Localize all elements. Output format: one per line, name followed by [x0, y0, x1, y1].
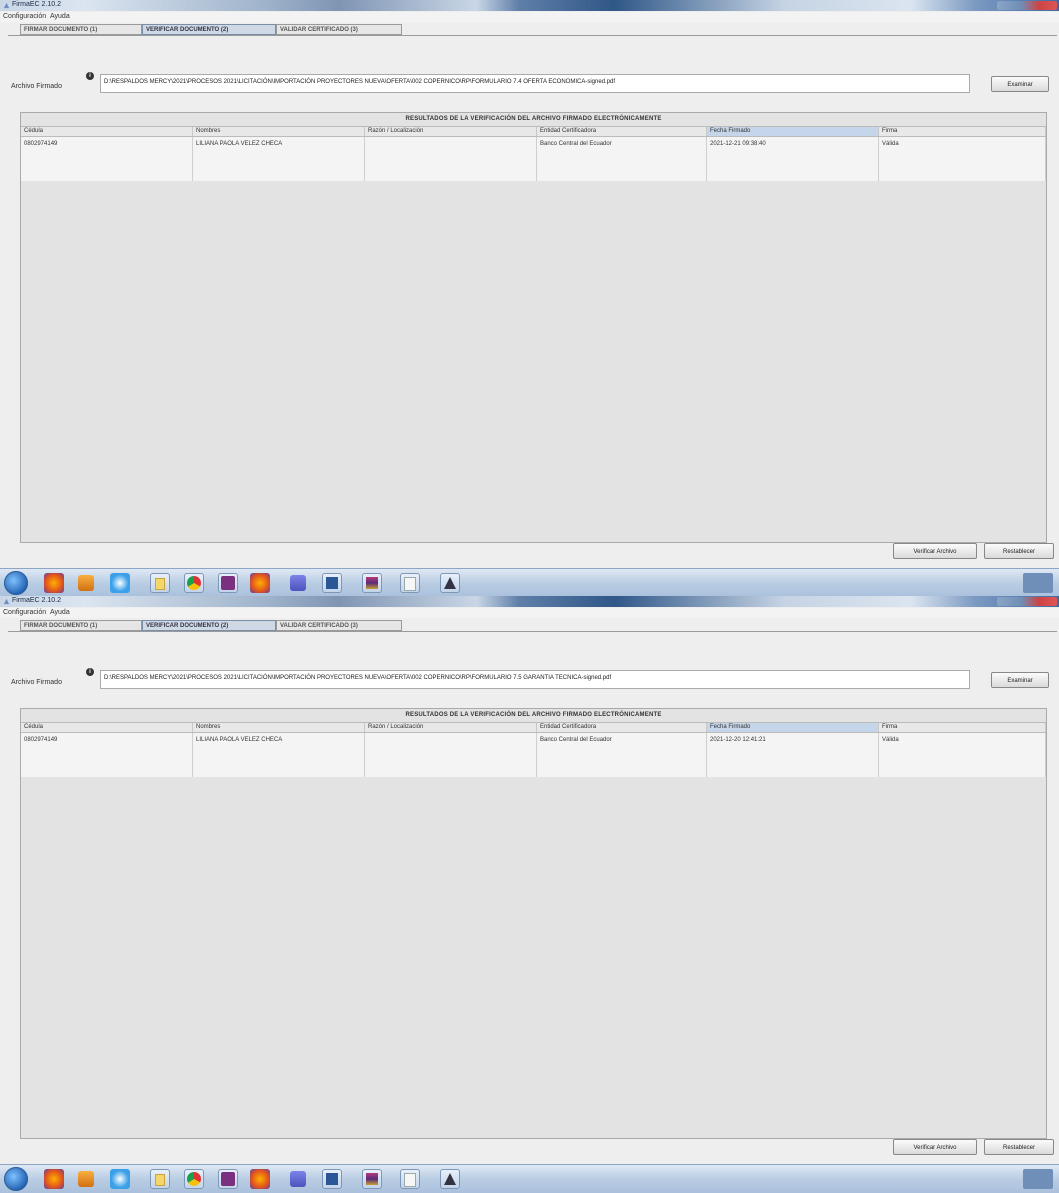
cell-fecha: 2021-12-21 09:38:40: [707, 137, 879, 181]
examinar-button[interactable]: Examinar: [991, 76, 1049, 92]
col-firma[interactable]: Firma: [879, 723, 1046, 732]
taskbar: [0, 1164, 1059, 1193]
firefox-icon[interactable]: [44, 573, 64, 593]
firmaec-icon[interactable]: [440, 1169, 460, 1189]
file-explorer-icon[interactable]: [150, 573, 170, 593]
col-nombres[interactable]: Nombres: [193, 127, 365, 136]
word-icon[interactable]: [322, 1169, 342, 1189]
restablecer-button[interactable]: Restablecer: [984, 1139, 1054, 1155]
winrar-icon[interactable]: [362, 1169, 382, 1189]
results-panel: RESULTADOS DE LA VERIFICACIÓN DEL ARCHIV…: [20, 112, 1047, 543]
menu-bar: Configuración Ayuda: [0, 608, 1059, 618]
cell-firma: Válida: [879, 137, 1046, 181]
tab-verificar-documento[interactable]: VERIFICAR DOCUMENTO (2): [142, 24, 276, 35]
tab-validar-certificado[interactable]: VALIDAR CERTIFICADO (3): [276, 24, 402, 35]
app-g-icon[interactable]: [218, 573, 238, 593]
chrome-icon[interactable]: [184, 573, 204, 593]
results-panel: RESULTADOS DE LA VERIFICACIÓN DEL ARCHIV…: [20, 708, 1047, 1139]
firefox-icon[interactable]: [250, 1169, 270, 1189]
menu-ayuda[interactable]: Ayuda: [50, 609, 70, 616]
windows-start-icon[interactable]: [4, 1167, 28, 1191]
word-icon[interactable]: [322, 573, 342, 593]
firefox-icon[interactable]: [44, 1169, 64, 1189]
table-row[interactable]: 0802974149 LILIANA PAOLA VELEZ CHECA Ban…: [21, 137, 1046, 181]
media-player-icon[interactable]: [78, 575, 94, 591]
col-entidad-certificadora[interactable]: Entidad Certificadora: [537, 127, 707, 136]
menu-bar: Configuración Ayuda: [0, 12, 1059, 22]
col-razon-localizacion[interactable]: Razón / Localización: [365, 723, 537, 732]
col-cedula[interactable]: Cédula: [21, 723, 193, 732]
col-fecha-firmado[interactable]: Fecha Firmado: [707, 723, 879, 732]
verificar-archivo-button[interactable]: Verificar Archivo: [893, 543, 977, 559]
cell-nombres: LILIANA PAOLA VELEZ CHECA: [193, 137, 365, 181]
tab-validar-certificado[interactable]: VALIDAR CERTIFICADO (3): [276, 620, 402, 631]
archivo-firmado-label: Archivo Firmado: [11, 679, 62, 686]
winrar-icon[interactable]: [362, 573, 382, 593]
firefox-icon[interactable]: [250, 573, 270, 593]
col-firma[interactable]: Firma: [879, 127, 1046, 136]
firmaec-window-2: FirmaEC 2.10.2 Configuración Ayuda FIRMA…: [0, 596, 1059, 1193]
menu-configuracion[interactable]: Configuración: [3, 609, 46, 616]
cell-razon: [365, 733, 537, 777]
col-nombres[interactable]: Nombres: [193, 723, 365, 732]
results-title: RESULTADOS DE LA VERIFICACIÓN DEL ARCHIV…: [405, 712, 662, 718]
file-path-field[interactable]: D:\RESPALDOS MERCY\2021\PROCESOS 2021\LI…: [100, 74, 970, 93]
col-cedula[interactable]: Cédula: [21, 127, 193, 136]
tab-verificar-documento[interactable]: VERIFICAR DOCUMENTO (2): [142, 620, 276, 631]
tab-firmar-documento[interactable]: FIRMAR DOCUMENTO (1): [20, 24, 142, 35]
taskbar: [0, 568, 1059, 597]
window-titlebar: FirmaEC 2.10.2: [0, 596, 1059, 607]
info-icon: i: [86, 668, 94, 676]
system-tray: [899, 571, 1059, 595]
firmaec-window-1: FirmaEC 2.10.2 Configuración Ayuda FIRMA…: [0, 0, 1059, 597]
firmaec-app-icon: [3, 2, 10, 9]
media-player-icon[interactable]: [78, 1171, 94, 1187]
menu-configuracion[interactable]: Configuración: [3, 13, 46, 20]
internet-explorer-icon[interactable]: [110, 1169, 130, 1189]
window-title: FirmaEC 2.10.2: [12, 1, 62, 8]
verificar-archivo-button[interactable]: Verificar Archivo: [893, 1139, 977, 1155]
menu-ayuda[interactable]: Ayuda: [50, 13, 70, 20]
tab-firmar-documento[interactable]: FIRMAR DOCUMENTO (1): [20, 620, 142, 631]
windows-start-icon[interactable]: [4, 571, 28, 595]
table-header: Cédula Nombres Razón / Localización Enti…: [21, 126, 1046, 137]
table-row[interactable]: 0802974149 LILIANA PAOLA VELEZ CHECA Ban…: [21, 733, 1046, 777]
cell-firma: Válida: [879, 733, 1046, 777]
internet-explorer-icon[interactable]: [110, 573, 130, 593]
window-controls[interactable]: [997, 1, 1057, 10]
window-titlebar: FirmaEC 2.10.2: [0, 0, 1059, 11]
notepad-icon[interactable]: [400, 1169, 420, 1189]
app-g-icon[interactable]: [218, 1169, 238, 1189]
info-icon: i: [86, 72, 94, 80]
archivo-firmado-label: Archivo Firmado: [11, 83, 62, 90]
chrome-icon[interactable]: [184, 1169, 204, 1189]
notepad-icon[interactable]: [400, 573, 420, 593]
firmaec-icon[interactable]: [440, 573, 460, 593]
system-tray: [899, 1167, 1059, 1191]
file-explorer-icon[interactable]: [150, 1169, 170, 1189]
restablecer-button[interactable]: Restablecer: [984, 543, 1054, 559]
window-controls[interactable]: [997, 597, 1057, 606]
cell-entidad: Banco Central del Ecuador: [537, 733, 707, 777]
window-title: FirmaEC 2.10.2: [12, 597, 62, 604]
cell-cedula: 0802974149: [21, 137, 193, 181]
examinar-button[interactable]: Examinar: [991, 672, 1049, 688]
clock-icon[interactable]: [1023, 1169, 1053, 1189]
teams-icon[interactable]: [290, 575, 306, 591]
cell-cedula: 0802974149: [21, 733, 193, 777]
clock-icon[interactable]: [1023, 573, 1053, 593]
file-path-field[interactable]: D:\RESPALDOS MERCY\2021\PROCESOS 2021\LI…: [100, 670, 970, 689]
cell-entidad: Banco Central del Ecuador: [537, 137, 707, 181]
cell-nombres: LILIANA PAOLA VELEZ CHECA: [193, 733, 365, 777]
col-entidad-certificadora[interactable]: Entidad Certificadora: [537, 723, 707, 732]
col-fecha-firmado[interactable]: Fecha Firmado: [707, 127, 879, 136]
teams-icon[interactable]: [290, 1171, 306, 1187]
cell-fecha: 2021-12-20 12:41:21: [707, 733, 879, 777]
col-razon-localizacion[interactable]: Razón / Localización: [365, 127, 537, 136]
results-title: RESULTADOS DE LA VERIFICACIÓN DEL ARCHIV…: [405, 116, 662, 122]
firmaec-app-icon: [3, 598, 10, 605]
cell-razon: [365, 137, 537, 181]
table-header: Cédula Nombres Razón / Localización Enti…: [21, 722, 1046, 733]
